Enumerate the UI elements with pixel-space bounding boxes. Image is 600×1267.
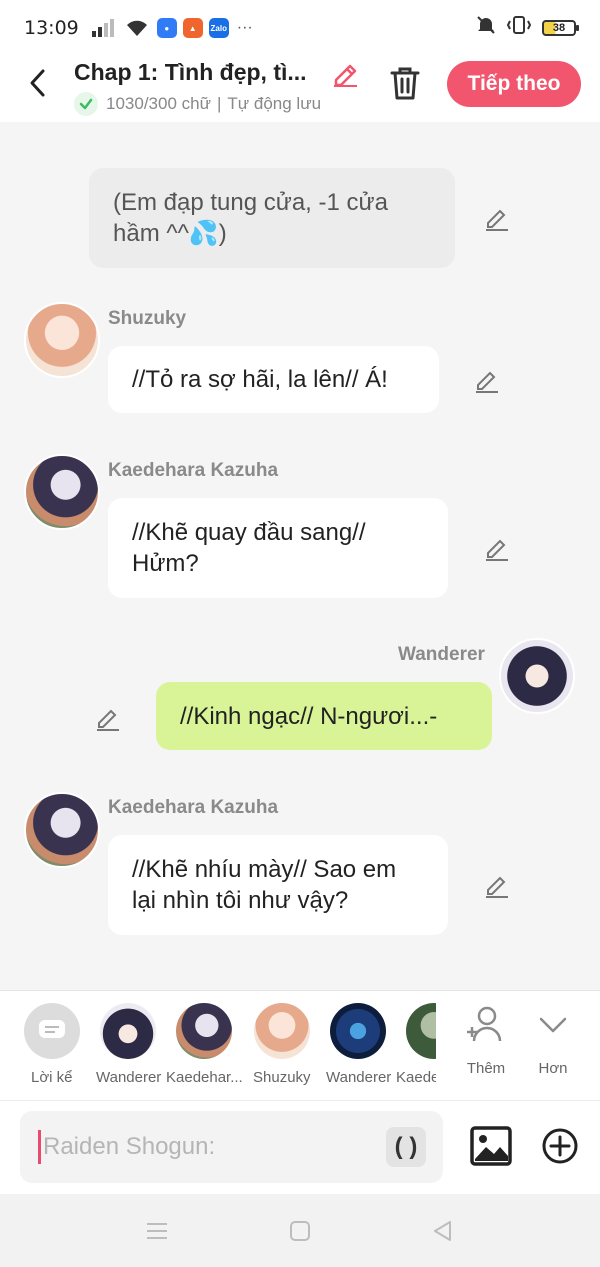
text-cursor [38,1130,41,1164]
mute-icon [476,15,496,41]
add-character-button[interactable]: Thêm [456,1005,516,1077]
chat-area[interactable]: (Em đạp tung cửa, -1 cửa hầm ^^💦) Shuzuk… [0,122,600,990]
add-icon[interactable] [540,1126,580,1166]
sender-name: Shuzuky [108,308,187,329]
signal-icon [91,19,117,37]
image-icon[interactable] [469,1125,513,1167]
more-button[interactable]: Hơn [523,1005,583,1077]
app-icon: ● [156,18,177,38]
save-status: 1030/300 chữ | Tự động lưu [74,92,321,116]
message-bubble[interactable]: //Tỏ ra sợ hãi, la lên// Á! [108,346,439,413]
input-placeholder: Raiden Shogun: [43,1133,216,1160]
word-counter: 1030/300 chữ [106,94,211,113]
suggest-button[interactable] [22,1003,82,1059]
character-item[interactable] [174,1003,234,1059]
menu-icon[interactable] [144,1218,170,1244]
game-icon: ▲ [182,18,203,38]
battery-icon: 38 [542,20,579,36]
character-item[interactable] [98,1003,158,1059]
editor-header: Chap 1: Tình đẹp, tì... 1030/300 chữ | T… [0,56,600,122]
delete-button[interactable] [388,65,422,101]
edit-icon[interactable] [483,871,511,899]
character-label: Kaedehar... [166,1069,243,1086]
system-nav-bar [0,1194,600,1267]
check-icon [74,92,98,116]
edit-icon[interactable] [473,366,501,394]
vibrate-icon [506,15,532,41]
my-message-bubble[interactable]: //Kinh ngạc// N-ngươi...- [156,682,492,750]
edit-title-icon[interactable] [330,58,360,88]
edit-icon[interactable] [94,704,122,732]
avatar-kazuha [176,1003,232,1059]
wifi-icon [125,19,149,37]
sender-name: Wanderer [398,644,485,665]
edit-icon[interactable] [483,204,511,232]
character-item[interactable] [328,1003,388,1059]
zalo-icon: Zalo [208,18,229,38]
character-label: Wanderer [326,1069,392,1086]
avatar-kazuha[interactable] [24,792,100,868]
message-input[interactable]: Raiden Shogun: [20,1111,443,1183]
character-item[interactable] [406,1003,436,1059]
avatar-shuzuky [254,1003,310,1059]
status-bar: 13:09 ● ▲ Zalo ··· 38 [0,0,600,56]
avatar-wanderer [100,1003,156,1059]
chapter-title[interactable]: Chap 1: Tình đẹp, tì... [74,59,307,86]
avatar-kaede [406,1003,436,1059]
next-button[interactable]: Tiếp theo [447,61,581,107]
character-label: Shuzuky [253,1069,311,1086]
character-label: Kaede [396,1069,436,1086]
character-label: Wanderer [96,1069,162,1086]
sender-name: Kaedehara Kazuha [108,797,279,818]
avatar-shuzuky[interactable] [24,302,100,378]
avatar-wanderer[interactable] [499,638,575,714]
back-nav-icon[interactable] [430,1218,456,1244]
narration-bubble[interactable]: (Em đạp tung cửa, -1 cửa hầm ^^💦) [89,168,455,268]
autosave-label: Tự động lưu [227,94,322,113]
avatar-kazuha[interactable] [24,454,100,530]
more-label: Hơn [538,1060,568,1077]
add-label: Thêm [466,1060,506,1077]
back-button[interactable] [22,66,52,100]
message-bubble[interactable]: //Khẽ quay đầu sang// Hửm? [108,498,448,598]
speech-bubble-icon [24,1003,80,1059]
edit-icon[interactable] [483,534,511,562]
parenthesis-button[interactable]: ( ) [386,1127,426,1167]
character-bar: Lời kể Wanderer Kaedehar... Shuzuky Wand… [0,990,600,1100]
avatar-wanderer-alt [330,1003,386,1059]
status-time: 13:09 [24,17,79,39]
message-bubble[interactable]: //Khẽ nhíu mày// Sao em lại nhìn tôi như… [108,835,448,935]
suggest-label: Lời kể [31,1069,73,1086]
sender-name: Kaedehara Kazuha [108,460,279,481]
home-icon[interactable] [287,1218,313,1244]
character-item[interactable] [252,1003,312,1059]
